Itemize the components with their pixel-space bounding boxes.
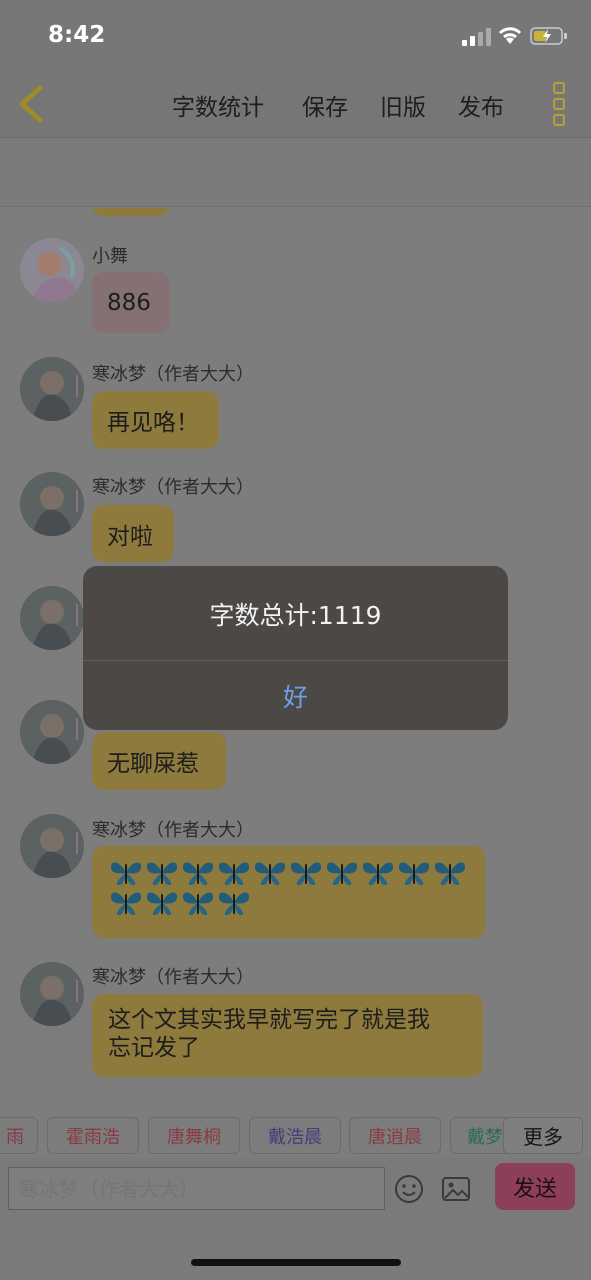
word-count-button[interactable]: 字数统计 xyxy=(172,88,264,122)
message-input[interactable] xyxy=(8,1167,385,1210)
sender-name: 寒冰梦（作者大大） xyxy=(92,967,254,988)
message-bubble[interactable]: 再见咯！ xyxy=(92,391,219,449)
send-label: 发送 xyxy=(512,1176,557,1202)
alert-message: 字数总计:1119 xyxy=(209,601,382,630)
status-time: 8:42 xyxy=(48,22,106,48)
sender-name: 寒冰梦（作者大大） xyxy=(92,477,254,498)
more-menu-icon[interactable] xyxy=(550,82,568,126)
chip-character[interactable]: 唐逍晨 xyxy=(349,1117,441,1154)
sender-name: 小舞 xyxy=(92,246,128,267)
butterfly-emoji-icon xyxy=(398,862,430,886)
message-text: 再见咯！ xyxy=(107,410,199,436)
chip-label: 雨 xyxy=(6,1126,24,1148)
publish-button[interactable]: 发布 xyxy=(458,88,504,122)
avatar-author[interactable] xyxy=(20,472,84,536)
save-button[interactable]: 保存 xyxy=(302,88,348,122)
avatar-author[interactable] xyxy=(20,814,84,878)
butterfly-emoji-icon xyxy=(146,862,178,886)
chip-label: 戴梦 xyxy=(467,1126,503,1148)
avatar-author[interactable] xyxy=(20,357,84,421)
butterfly-emoji-icon xyxy=(182,892,214,916)
message-text-line: 这个文其实我早就写完了就是我 xyxy=(108,1007,430,1033)
more-characters-button[interactable]: 更多 xyxy=(503,1117,583,1154)
butterfly-emoji-icon xyxy=(218,862,250,886)
alert-ok-button[interactable]: 好 xyxy=(83,661,508,730)
message-bubble[interactable]: 对啦 xyxy=(92,505,174,562)
butterfly-emoji-icon xyxy=(362,862,394,886)
sender-name: 寒冰梦（作者大大） xyxy=(92,820,254,841)
home-indicator[interactable] xyxy=(191,1259,401,1266)
butterfly-emoji-icon xyxy=(146,892,178,916)
chip-character[interactable]: 霍雨浩 xyxy=(47,1117,139,1154)
more-label: 更多 xyxy=(523,1125,563,1149)
message-bubble-partial xyxy=(92,208,170,216)
chip-character[interactable]: 雨 xyxy=(0,1117,38,1154)
chip-label: 戴浩晨 xyxy=(268,1126,322,1148)
butterfly-emoji-icon xyxy=(182,862,214,886)
butterfly-emoji-bubble[interactable] xyxy=(92,846,485,938)
avatar-author[interactable] xyxy=(20,962,84,1026)
butterfly-emoji-icon xyxy=(218,892,250,916)
sender-name: 寒冰梦（作者大大） xyxy=(92,364,254,385)
navigation-bar: 字数统计 保存 旧版 发布 xyxy=(0,70,591,138)
chip-label: 唐逍晨 xyxy=(368,1126,422,1148)
send-button[interactable]: 发送 xyxy=(495,1163,575,1210)
message-text-line: 忘记发了 xyxy=(108,1035,200,1061)
avatar-author[interactable] xyxy=(20,586,84,650)
chip-character[interactable]: 唐舞桐 xyxy=(148,1117,240,1154)
butterfly-emoji-icon xyxy=(110,862,142,886)
message-bubble[interactable]: 无聊屎惹 xyxy=(92,732,226,790)
emoji-icon[interactable] xyxy=(394,1174,424,1204)
butterfly-emoji-icon xyxy=(110,892,142,916)
message-text: 无聊屎惹 xyxy=(107,751,199,777)
character-chip-bar: 雨 霍雨浩 唐舞桐 戴浩晨 唐逍晨 戴梦 更多 xyxy=(0,1117,591,1157)
chip-label: 霍雨浩 xyxy=(66,1126,120,1148)
battery-charging-icon xyxy=(530,27,567,45)
butterfly-emoji-icon xyxy=(254,862,286,886)
cellular-signal-icon xyxy=(462,28,491,46)
butterfly-emoji-icon xyxy=(290,862,322,886)
status-bar: 8:42 xyxy=(0,0,591,70)
message-text: 886 xyxy=(107,289,151,316)
word-count-alert: 字数总计:1119 好 xyxy=(83,566,508,730)
avatar-author[interactable] xyxy=(20,700,84,764)
butterfly-emoji-icon xyxy=(326,862,358,886)
message-text: 对啦 xyxy=(107,523,153,550)
message-bubble[interactable]: 886 xyxy=(92,272,170,333)
chip-label: 唐舞桐 xyxy=(167,1126,221,1148)
image-icon[interactable] xyxy=(441,1175,471,1203)
avatar-xiaowu[interactable] xyxy=(20,238,84,302)
butterfly-emoji-icon xyxy=(434,862,466,886)
wifi-icon xyxy=(498,27,522,44)
alert-ok-label: 好 xyxy=(282,682,308,712)
old-version-button[interactable]: 旧版 xyxy=(380,88,426,122)
sub-toolbar xyxy=(0,139,591,207)
chip-character[interactable]: 戴浩晨 xyxy=(249,1117,341,1154)
back-chevron-icon[interactable] xyxy=(14,84,48,124)
message-bubble[interactable]: 这个文其实我早就写完了就是我 忘记发了 xyxy=(92,994,483,1077)
